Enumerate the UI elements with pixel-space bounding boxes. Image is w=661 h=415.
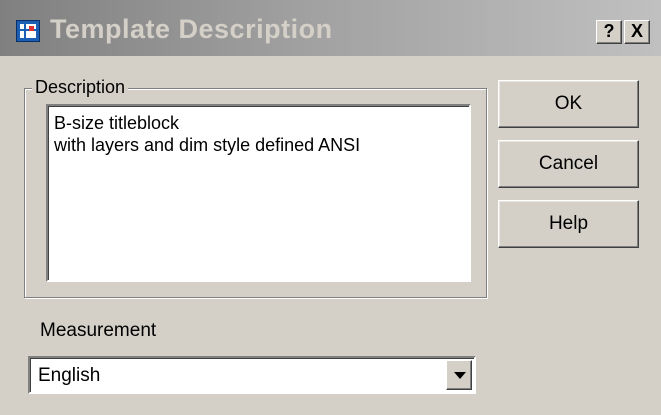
- measurement-select[interactable]: English: [28, 356, 476, 394]
- help-button[interactable]: Help: [498, 200, 639, 248]
- chevron-down-icon[interactable]: [446, 360, 472, 390]
- cancel-button[interactable]: Cancel: [498, 140, 639, 188]
- measurement-selected-value: English: [38, 365, 101, 386]
- description-textarea[interactable]: B-size titleblock with layers and dim st…: [46, 104, 471, 282]
- measurement-label: Measurement: [40, 320, 157, 341]
- window-title: Template Description: [50, 14, 333, 44]
- app-icon[interactable]: [16, 20, 40, 42]
- description-line: with layers and dim style defined ANSI: [54, 135, 361, 155]
- description-line: B-size titleblock: [54, 113, 180, 133]
- close-button[interactable]: X: [624, 20, 650, 44]
- title-bar[interactable]: Template Description ? X: [0, 0, 661, 56]
- ok-button[interactable]: OK: [498, 80, 639, 128]
- description-group-label: Description: [32, 76, 129, 98]
- help-caption-button[interactable]: ?: [596, 20, 622, 44]
